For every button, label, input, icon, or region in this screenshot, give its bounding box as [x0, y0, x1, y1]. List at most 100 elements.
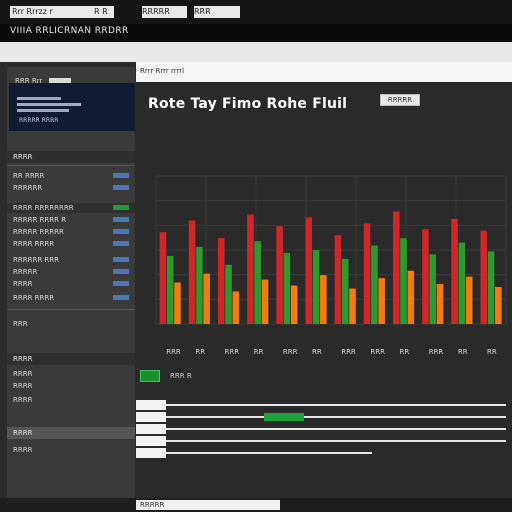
chart-bar [196, 247, 203, 324]
chart-x-label: RR [253, 348, 264, 356]
sidebar-row[interactable]: RRRR [7, 445, 135, 455]
list-row[interactable] [136, 436, 512, 446]
sidebar-row-label: RRRR RRRRRRRR [13, 204, 74, 212]
sidebar-divider [7, 165, 135, 166]
sidebar-row-chip [113, 241, 129, 246]
sidebar-section-label: RRRR [13, 355, 33, 363]
chart-bar [261, 279, 269, 324]
sidebar-row-chip [113, 269, 129, 274]
sidebar-row-label: RRRRRR RRR [13, 256, 59, 264]
profile-card-line [17, 103, 81, 106]
list-row-left [136, 448, 166, 458]
list-row[interactable] [136, 448, 512, 458]
sidebar-row[interactable]: RRRR RRRR [7, 239, 135, 249]
sidebar-row[interactable]: RRRRRR RRR [7, 255, 135, 265]
chart-bar [407, 270, 415, 324]
sidebar-section-1: RRRR [7, 151, 135, 163]
chart-bar [480, 230, 488, 324]
footer-bar: RRRRR [0, 498, 512, 512]
chart-bar [334, 235, 342, 324]
sidebar-row[interactable]: RRRR [7, 395, 135, 405]
chart-bar [166, 255, 174, 324]
lower-panel: RRR R [136, 366, 512, 512]
chart-x-label: RR [399, 348, 410, 356]
chart-bar [422, 229, 429, 324]
sidebar-row[interactable]: RRRRR RRRRR [7, 227, 135, 237]
sidebar-row-label: RRRRR RRRRR [13, 228, 64, 236]
sidebar-row-label: RRR [13, 320, 28, 328]
tab-2[interactable]: R R [94, 6, 114, 18]
sidebar-row-chip [113, 295, 129, 300]
sidebar-row-label: RRRR [13, 382, 33, 390]
tab-4[interactable]: RRR [194, 6, 240, 18]
chart-bar [392, 211, 400, 324]
list [136, 400, 512, 512]
sidebar-row[interactable]: RRRR [7, 369, 135, 379]
main-content: Rrrr Rrrr rrrrl Rote Tay Fimo Rohe Fluil… [136, 62, 512, 512]
sidebar-row-label: RR RRRR [13, 172, 45, 180]
chart-bar [436, 284, 444, 324]
sidebar-row[interactable]: RRRR [7, 381, 135, 391]
chart-bar [159, 232, 167, 324]
chart-x-label: RRR [341, 348, 356, 356]
profile-card[interactable]: RRRRR RRRR [9, 83, 135, 131]
chart-bar [232, 291, 240, 324]
chart-bar [188, 220, 196, 324]
sidebar-row-label: RRRRR [13, 268, 38, 276]
sidebar-row[interactable]: RRR [7, 319, 135, 329]
tab-1[interactable]: Rrr Rrrzz r [10, 6, 102, 18]
sidebar-row-label: RRRR [13, 370, 33, 378]
chart-svg [155, 175, 507, 325]
status-tag[interactable] [140, 370, 160, 382]
sidebar-row-label: RRRR [13, 280, 33, 288]
chart-bar [225, 264, 232, 324]
chart-bar [495, 287, 502, 324]
sidebar-row[interactable]: RRRRR [7, 267, 135, 277]
list-row-left [136, 424, 166, 434]
tab-3[interactable]: RRRRR [142, 6, 187, 18]
sidebar-row[interactable]: RRRRRR [7, 183, 135, 193]
sidebar: RRR Rrr RRRRR RRRR RRRR RR RRRR RRRRRR R… [6, 66, 136, 504]
chart-action-button[interactable]: RRRRR [380, 94, 420, 106]
chart-x-label: RR [195, 348, 206, 356]
sidebar-row[interactable]: RRRR RRRR [7, 293, 135, 303]
sidebar-row-selected[interactable]: RRRR RRRRRRRR [7, 203, 135, 213]
chart-x-label: RR [457, 348, 468, 356]
chart-bar [349, 288, 356, 324]
chart-bar [290, 285, 298, 324]
sidebar-section-label: RRRR [13, 429, 33, 437]
chart-bar [276, 226, 283, 324]
sidebar-row-chip [113, 185, 129, 190]
toolbar-strip [0, 42, 512, 62]
sidebar-row[interactable]: RR RRRR [7, 171, 135, 181]
sidebar-row-label: RRRR [13, 446, 33, 454]
list-row[interactable] [136, 412, 512, 422]
chart-x-label: RR [487, 348, 497, 356]
list-row-line [166, 416, 506, 418]
sidebar-row-chip [113, 205, 129, 210]
chart-title: Rote Tay Fimo Rohe Fluil [148, 96, 348, 112]
sidebar-section-label: RRRR [13, 153, 33, 161]
sidebar-section-3: RRRR [7, 427, 135, 439]
sidebar-row-label: RRRR [13, 396, 33, 404]
list-row-left [136, 400, 166, 410]
chart-bar [451, 218, 458, 324]
window-chrome: Rrr Rrrzz r R R RRRRR RRR [0, 0, 512, 24]
sidebar-divider [7, 309, 135, 310]
sidebar-row-label: RRRR RRRR [13, 240, 55, 248]
list-row-left [136, 412, 166, 422]
chart-x-labels: RRR RR RRR RR RRR RR RRR RRR RR RRR RR RR [150, 348, 512, 360]
chart-bar [283, 252, 291, 324]
chart-panel: Rote Tay Fimo Rohe Fluil RRRRR RRR RR RRR R… [142, 90, 512, 378]
list-row[interactable] [136, 424, 512, 434]
sidebar-row[interactable]: RRRRR RRRR R [7, 215, 135, 225]
chart-bar [400, 238, 407, 324]
sidebar-row-label: RRRRRR [13, 184, 43, 192]
sidebar-row-label: RRRRR RRRR R [13, 216, 67, 224]
app-title: VIIIA RRLICRNAN RRDRR [10, 26, 129, 36]
list-row[interactable] [136, 400, 512, 410]
main-header-label: Rrrr Rrrr rrrrl [140, 67, 185, 75]
sidebar-row[interactable]: RRRR [7, 279, 135, 289]
chart-bar [363, 223, 371, 324]
sidebar-row-chip [113, 281, 129, 286]
